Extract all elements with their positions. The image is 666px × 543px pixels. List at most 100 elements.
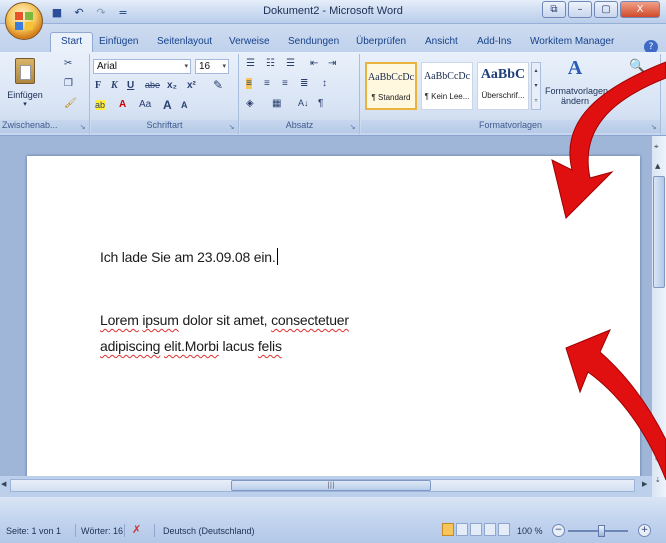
zoom-in-button[interactable]: + (638, 524, 651, 537)
tab-einfuegen[interactable]: Einfügen (99, 36, 138, 47)
zoom-out-button[interactable]: − (552, 524, 565, 537)
next-page-icon[interactable]: ⇣ (655, 476, 661, 484)
web-layout-view-icon[interactable] (470, 523, 482, 536)
horizontal-scroll-track[interactable]: ||| (10, 479, 635, 492)
highlight-button[interactable]: ab (95, 100, 106, 110)
increase-indent-icon[interactable]: ⇥ (328, 58, 336, 69)
clear-format-icon[interactable]: ✎ (213, 78, 223, 92)
change-case-button[interactable]: Aa (139, 99, 151, 110)
draft-view-icon[interactable] (498, 523, 510, 536)
bullets-icon[interactable]: ☰ (246, 58, 255, 69)
strikethrough-button[interactable]: abe (145, 80, 160, 90)
decrease-indent-icon[interactable]: ⇤ (310, 58, 318, 69)
word-window: ■ ↶ ↷ = Dokument2 - Microsoft Word ⧉ – ▢… (0, 0, 666, 543)
tab-add-ins[interactable]: Add-Ins (477, 36, 511, 47)
full-screen-view-icon[interactable] (456, 523, 468, 536)
spellcheck-icon[interactable]: ✗ (132, 523, 141, 536)
scroll-right-icon[interactable]: ▶ (642, 480, 647, 488)
paragraph-1[interactable]: Ich lade Sie am 23.09.08 ein. (100, 248, 278, 265)
office-button-icon (15, 12, 33, 30)
shading-icon[interactable]: ◈ (246, 98, 254, 109)
zoom-slider-handle[interactable] (598, 525, 605, 537)
ribbon-tabs: Start Einfügen Seitenlayout Verweise Sen… (0, 24, 666, 53)
status-separator (124, 524, 125, 537)
document-page[interactable]: Ich lade Sie am 23.09.08 ein. Lorem ipsu… (27, 156, 640, 486)
scroll-up-icon[interactable]: ▲ (655, 162, 660, 170)
grow-font-button[interactable]: A (163, 98, 172, 112)
show-marks-button[interactable]: ¶ (318, 98, 323, 109)
minimize-button[interactable]: – (568, 1, 592, 18)
tab-ueberpruefen[interactable]: Überprüfen (356, 36, 406, 47)
paste-icon (15, 58, 35, 84)
copy-icon[interactable]: ❐ (64, 78, 73, 89)
paragraph-2-line-1[interactable]: Lorem ipsum dolor sit amet, consectetuer (100, 312, 349, 328)
outline-view-icon[interactable] (484, 523, 496, 536)
format-painter-icon[interactable]: 🖌 (64, 98, 77, 109)
subscript-button[interactable]: x₂ (167, 80, 177, 91)
multilevel-list-icon[interactable]: ☰ (286, 58, 295, 69)
numbering-icon[interactable]: ☷ (266, 58, 275, 69)
paragraph-launcher-icon[interactable]: ↘ (348, 123, 357, 132)
status-separator (75, 524, 76, 537)
font-size-combo[interactable]: 16 ▾ (195, 59, 229, 74)
find-icon[interactable]: 🔍 (629, 58, 645, 74)
align-left-icon[interactable]: ≡ (246, 78, 252, 89)
word-count[interactable]: Wörter: 16 (81, 526, 123, 536)
shrink-font-button[interactable]: A (181, 100, 188, 110)
page-indicator[interactable]: Seite: 1 von 1 (6, 526, 61, 536)
office-button[interactable] (5, 2, 43, 40)
window-controls: ⧉ – ▢ X (542, 1, 660, 18)
zoom-level[interactable]: 100 % (517, 526, 543, 536)
tab-seitenlayout[interactable]: Seitenlayout (157, 36, 212, 47)
font-color-button[interactable]: A (119, 99, 126, 110)
paragraph-2-line-2[interactable]: adipiscing elit.Morbi lacus felis (100, 338, 282, 354)
tab-workitem-manager[interactable]: Workitem Manager (530, 36, 614, 47)
status-bar: Seite: 1 von 1 Wörter: 16 ✗ Deutsch (Deu… (0, 497, 666, 543)
align-center-icon[interactable]: ≡ (264, 78, 270, 89)
clipboard-launcher-icon[interactable]: ↘ (78, 123, 87, 132)
font-name-combo[interactable]: Arial ▾ (93, 59, 191, 74)
language-indicator[interactable]: Deutsch (Deutschland) (163, 526, 255, 536)
close-button[interactable]: X (620, 1, 660, 18)
italic-button[interactable]: K (111, 80, 118, 91)
font-launcher-icon[interactable]: ↘ (227, 123, 236, 132)
text-caret (276, 248, 278, 265)
tab-verweise[interactable]: Verweise (229, 36, 270, 47)
title-bar: ■ ↶ ↷ = Dokument2 - Microsoft Word ⧉ – ▢… (0, 0, 666, 24)
clipboard-group-label: Zwischenab... (0, 120, 89, 133)
paste-button[interactable]: Einfügen ▾ (4, 58, 46, 108)
line-spacing-icon[interactable]: ↕ (322, 78, 327, 89)
styles-scroll[interactable]: ▴ ▾ ▿ (531, 62, 541, 110)
style-standard[interactable]: AaBbCcDc ¶ Standard (365, 62, 417, 110)
align-right-icon[interactable]: ≡ (282, 78, 288, 89)
status-separator (154, 524, 155, 537)
borders-icon[interactable]: ▦ (272, 98, 281, 109)
ruler-toggle-icon[interactable]: ⌖ (654, 142, 659, 152)
change-styles-icon: A (567, 57, 583, 79)
cut-icon[interactable]: ✂ (64, 58, 72, 69)
styles-launcher-icon[interactable]: ↘ (649, 123, 658, 132)
underline-button[interactable]: U (127, 80, 134, 91)
font-group-label: Schriftart (91, 120, 238, 133)
ribbon: Einfügen ▾ ✂ ❐ 🖌 Zwischenab... ↘ Arial ▾ … (0, 52, 666, 136)
horizontal-scroll-thumb[interactable]: ||| (231, 480, 431, 491)
vertical-scrollbar[interactable]: ⌖ ▲ ○ ⇣ (652, 136, 666, 497)
style-kein-leerraum[interactable]: AaBbCcDc ¶ Kein Lee... (421, 62, 473, 110)
superscript-button[interactable]: x² (187, 80, 196, 91)
horizontal-scrollbar[interactable]: ◀ ||| ▶ (0, 476, 652, 497)
print-layout-view-icon[interactable] (442, 523, 454, 536)
prev-page-icon[interactable]: ○ (655, 454, 661, 462)
doc-restore-button[interactable]: ⧉ (542, 1, 566, 18)
bold-button[interactable]: F (95, 80, 101, 91)
tab-sendungen[interactable]: Sendungen (288, 36, 339, 47)
style-ueberschrift[interactable]: AaBbC Überschrif... (477, 62, 529, 110)
tab-ansicht[interactable]: Ansicht (425, 36, 458, 47)
maximize-button[interactable]: ▢ (594, 1, 618, 18)
justify-icon[interactable]: ≣ (300, 78, 308, 89)
sort-button[interactable]: A↓ (298, 98, 309, 108)
scroll-left-icon[interactable]: ◀ (1, 480, 6, 488)
paragraph-group: ☰ ☷ ☰ ⇤ ⇥ ≡ ≡ ≡ ≣ ↕ ◈ ▦ A↓ ¶ Absatz ↘ (240, 54, 360, 134)
vertical-scroll-thumb[interactable] (653, 176, 665, 288)
tab-start[interactable]: Start (50, 32, 94, 53)
change-styles-button[interactable]: A Formatvorlagen ändern (545, 56, 608, 106)
